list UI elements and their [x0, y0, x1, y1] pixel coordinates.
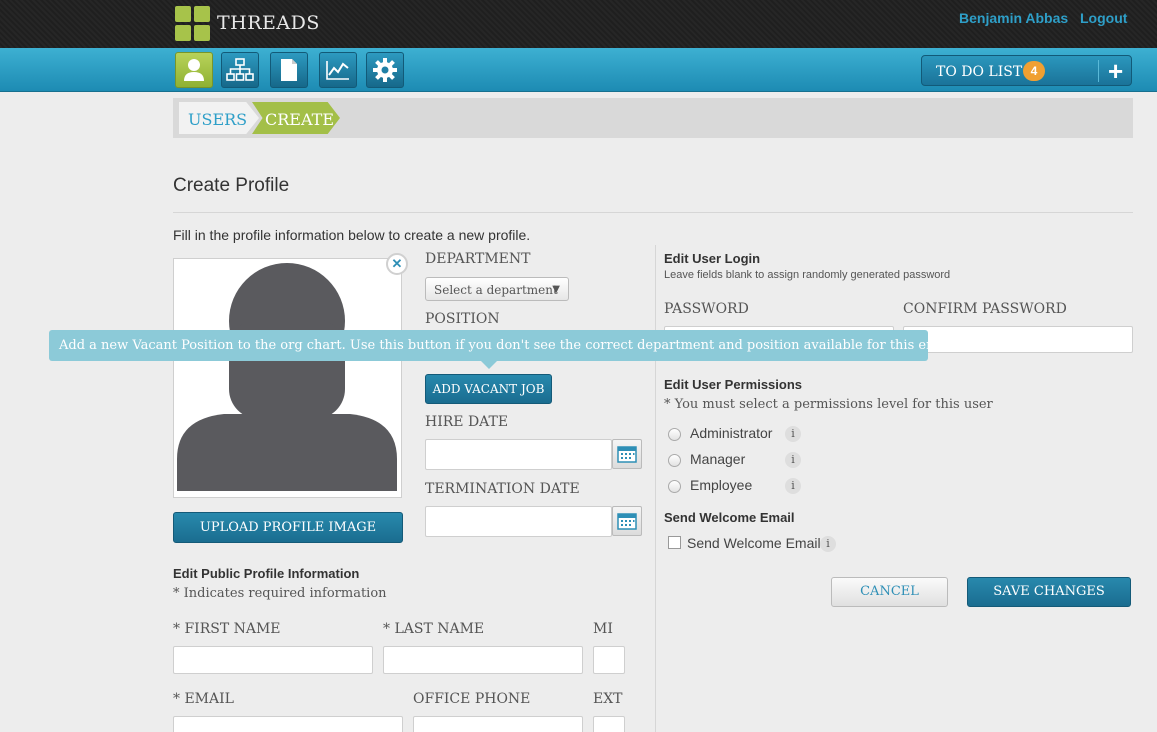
email-input[interactable]	[173, 716, 403, 732]
breadcrumb: USERS CREATE	[173, 98, 1133, 138]
department-select-value: Select a department	[434, 283, 558, 297]
position-label: POSITION	[425, 311, 500, 327]
document-icon	[281, 59, 297, 81]
title-divider	[173, 212, 1133, 213]
top-bar: THREADS Benjamin Abbas Logout	[0, 0, 1157, 48]
todo-list-button[interactable]: TO DO LIST 4 +	[921, 55, 1132, 86]
calendar-icon	[617, 513, 637, 530]
office-phone-label: OFFICE PHONE	[413, 691, 531, 707]
todo-separator	[1098, 60, 1099, 82]
password-label: PASSWORD	[664, 301, 749, 317]
nav-users-button[interactable]	[175, 52, 213, 88]
permissions-note: * You must select a permissions level fo…	[664, 397, 993, 412]
nav-reports-button[interactable]	[319, 52, 357, 88]
ext-label: EXT	[593, 691, 623, 707]
last-name-input[interactable]	[383, 646, 583, 674]
send-welcome-email-checkbox[interactable]	[668, 536, 681, 549]
gear-icon	[373, 58, 397, 82]
role-manager-radio[interactable]	[668, 454, 681, 467]
remove-image-close-icon[interactable]: ✕	[386, 253, 408, 275]
edit-login-heading: Edit User Login	[664, 251, 761, 266]
nav-documents-button[interactable]	[270, 52, 308, 88]
confirm-password-label: CONFIRM PASSWORD	[903, 301, 1067, 317]
department-select[interactable]: Select a department ▼	[425, 277, 569, 301]
employee-info-icon[interactable]: i	[785, 478, 801, 494]
brand-name[interactable]: THREADS	[217, 12, 320, 34]
email-label: * EMAIL	[173, 691, 234, 707]
termination-date-label: TERMINATION DATE	[425, 481, 580, 497]
termination-date-picker-button[interactable]	[612, 506, 642, 536]
department-label: DEPARTMENT	[425, 251, 531, 267]
upload-profile-image-button[interactable]: UPLOAD PROFILE IMAGE	[173, 512, 403, 543]
cancel-button[interactable]: CANCEL	[831, 577, 948, 607]
hire-date-picker-button[interactable]	[612, 439, 642, 469]
user-name-link[interactable]: Benjamin Abbas	[959, 10, 1068, 26]
avatar-placeholder-icon	[177, 263, 397, 491]
confirm-password-input[interactable]	[903, 326, 1133, 353]
nav-org-chart-button[interactable]	[221, 52, 259, 88]
chevron-down-icon: ▼	[552, 284, 560, 295]
column-divider	[655, 245, 656, 732]
logout-link[interactable]: Logout	[1080, 10, 1127, 26]
role-manager-label: Manager	[690, 451, 746, 467]
add-todo-icon[interactable]: +	[1108, 57, 1123, 85]
office-phone-input[interactable]	[413, 716, 583, 732]
public-profile-heading: Edit Public Profile Information	[173, 566, 360, 581]
todo-list-label: TO DO LIST	[936, 64, 1023, 80]
last-name-label: * LAST NAME	[383, 621, 485, 637]
threads-logo-icon[interactable]	[175, 6, 211, 42]
send-welcome-email-label: Send Welcome Email	[687, 535, 821, 551]
role-employee-label: Employee	[690, 477, 753, 493]
breadcrumb-create: CREATE	[252, 102, 340, 134]
profile-image	[173, 258, 402, 498]
hire-date-input[interactable]	[425, 439, 612, 470]
administrator-info-icon[interactable]: i	[785, 426, 801, 442]
welcome-email-info-icon[interactable]: i	[820, 536, 836, 552]
page-intro: Fill in the profile information below to…	[173, 227, 531, 243]
nav-settings-button[interactable]	[366, 52, 404, 88]
user-icon	[184, 59, 204, 81]
edit-permissions-heading: Edit User Permissions	[664, 377, 802, 392]
first-name-input[interactable]	[173, 646, 373, 674]
page-title: Create Profile	[173, 175, 290, 196]
mi-input[interactable]	[593, 646, 625, 674]
required-note: * Indicates required information	[173, 586, 387, 601]
save-changes-button[interactable]: SAVE CHANGES	[967, 577, 1131, 607]
org-chart-icon	[226, 58, 254, 81]
todo-count-badge: 4	[1023, 61, 1045, 81]
first-name-label: * FIRST NAME	[173, 621, 281, 637]
add-vacant-job-tooltip: Add a new Vacant Position to the org cha…	[49, 330, 928, 361]
chart-icon	[326, 61, 349, 80]
hire-date-label: HIRE DATE	[425, 414, 509, 430]
mi-label: MI	[593, 621, 613, 637]
calendar-icon	[617, 446, 637, 463]
breadcrumb-users[interactable]: USERS	[179, 102, 259, 134]
role-administrator-radio[interactable]	[668, 428, 681, 441]
ext-input[interactable]	[593, 716, 625, 732]
login-note: Leave fields blank to assign randomly ge…	[664, 269, 951, 281]
tooltip-arrow	[480, 360, 498, 369]
role-administrator-label: Administrator	[690, 425, 773, 441]
manager-info-icon[interactable]: i	[785, 452, 801, 468]
role-employee-radio[interactable]	[668, 480, 681, 493]
nav-bar: TO DO LIST 4 +	[0, 48, 1157, 92]
add-vacant-job-button[interactable]: ADD VACANT JOB	[425, 374, 552, 404]
termination-date-input[interactable]	[425, 506, 612, 537]
welcome-email-heading: Send Welcome Email	[664, 510, 795, 525]
